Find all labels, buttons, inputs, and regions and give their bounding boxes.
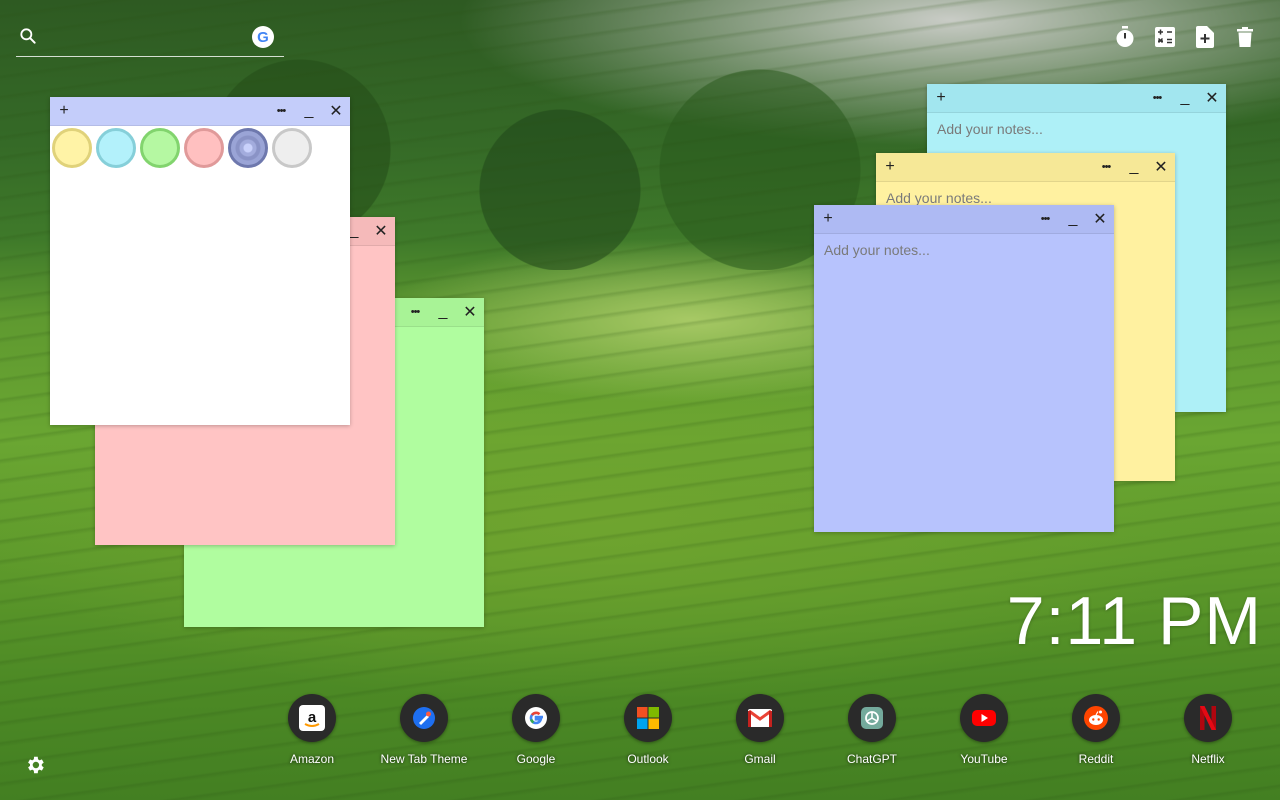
minimize-note-button[interactable]: _ [1062,205,1084,233]
note-text-input[interactable] [824,242,1104,521]
close-icon: ✕ [1205,90,1219,107]
netflix-icon [1184,694,1232,742]
note-menu-button[interactable]: ••• [1034,205,1056,233]
add-note-button[interactable]: + [879,153,901,181]
note-body [814,234,1114,529]
trash-icon[interactable] [1234,24,1256,50]
close-note-button[interactable]: ✕ [1089,205,1111,233]
new-note-icon[interactable] [1194,24,1216,50]
more-icon: ••• [276,105,287,117]
more-icon: ••• [410,306,421,318]
close-icon: ✕ [1093,211,1107,228]
reddit-icon [1072,694,1120,742]
note-menu-button[interactable]: ••• [1095,153,1117,181]
shortcut-label: Google [516,752,556,766]
color-swatch-pink[interactable] [184,128,224,168]
shortcut-netflix[interactable]: Netflix [1152,694,1264,766]
shortcut-new-tab-theme[interactable]: New Tab Theme [368,694,480,766]
add-note-button[interactable]: + [53,97,75,125]
outlook-icon [624,694,672,742]
note-header: + ••• _ ✕ [876,153,1175,182]
search-icon[interactable] [18,26,38,46]
shortcut-label: Reddit [1078,752,1114,766]
timer-icon[interactable] [1114,24,1136,50]
youtube-icon [960,694,1008,742]
shortcut-outlook[interactable]: Outlook [592,694,704,766]
minimize-note-button[interactable]: _ [1174,84,1196,112]
calculator-icon[interactable] [1154,24,1176,50]
color-picker [50,126,350,168]
add-note-button[interactable]: + [930,84,952,112]
shortcut-label: YouTube [960,752,1008,766]
minimize-icon: _ [438,303,448,320]
gmail-icon [736,694,784,742]
close-note-button[interactable]: ✕ [1201,84,1223,112]
shortcut-label: Netflix [1191,752,1225,766]
shortcut-label: Gmail [744,752,776,766]
shortcut-label: New Tab Theme [380,752,468,766]
shortcut-gmail[interactable]: Gmail [704,694,816,766]
color-swatch-gray[interactable] [272,128,312,168]
search-bar: G [16,22,284,57]
note-menu-button[interactable]: ••• [270,97,292,125]
color-swatch-green[interactable] [140,128,180,168]
top-toolbar [1114,24,1256,50]
color-swatch-blue-selected[interactable] [228,128,268,168]
google-g-letter: G [257,28,269,46]
color-swatch-cyan[interactable] [96,128,136,168]
gear-icon[interactable] [24,754,46,776]
note-menu-button[interactable]: ••• [404,298,426,326]
new-tab-theme-icon [400,694,448,742]
search-input[interactable] [48,26,252,50]
clock-time: 7:11 PM [1006,583,1262,659]
note-header: + ••• _ ✕ [927,84,1226,113]
shortcut-google[interactable]: Google [480,694,592,766]
more-icon: ••• [1101,161,1112,173]
shortcut-chatgpt[interactable]: ChatGPT [816,694,928,766]
svg-text:a: a [308,709,317,726]
minimize-icon: _ [304,102,314,119]
color-swatch-yellow[interactable] [52,128,92,168]
sticky-note-white[interactable]: + ••• _ ✕ [50,97,350,425]
minimize-note-button[interactable]: _ [298,97,320,125]
shortcut-label: ChatGPT [846,752,897,766]
chatgpt-icon [848,694,896,742]
google-icon [512,694,560,742]
shortcut-label: Outlook [627,752,669,766]
minimize-icon: _ [1129,158,1139,175]
shortcuts-dock: a Amazon New Tab Theme Google Outlook Gm… [256,694,1264,766]
sticky-note-blue[interactable]: + ••• _ ✕ [814,205,1114,532]
shortcut-amazon[interactable]: a Amazon [256,694,368,766]
minimize-note-button[interactable]: _ [1123,153,1145,181]
note-menu-button[interactable]: ••• [1146,84,1168,112]
note-header: + ••• _ ✕ [814,205,1114,234]
add-note-button[interactable]: + [817,205,839,233]
minimize-icon: _ [1068,210,1078,227]
more-icon: ••• [1152,92,1163,104]
more-icon: ••• [1040,213,1051,225]
minimize-icon: _ [1180,89,1190,106]
close-note-button[interactable]: ✕ [459,298,481,326]
note-header: + ••• _ ✕ [50,97,350,126]
minimize-icon: _ [349,222,359,239]
close-icon: ✕ [463,304,477,321]
close-note-button[interactable]: ✕ [325,97,347,125]
minimize-note-button[interactable]: _ [432,298,454,326]
google-g-icon[interactable]: G [252,26,274,48]
plus-icon: + [823,210,833,227]
close-note-button[interactable]: ✕ [1150,153,1172,181]
plus-icon: + [936,89,946,106]
plus-icon: + [885,158,895,175]
plus-icon: + [59,102,69,119]
close-icon: ✕ [1154,159,1168,176]
shortcut-reddit[interactable]: Reddit [1040,694,1152,766]
close-icon: ✕ [329,103,343,120]
amazon-icon: a [288,694,336,742]
shortcut-label: Amazon [289,752,335,766]
close-icon: ✕ [374,223,388,240]
shortcut-youtube[interactable]: YouTube [928,694,1040,766]
close-note-button[interactable]: ✕ [370,217,392,245]
